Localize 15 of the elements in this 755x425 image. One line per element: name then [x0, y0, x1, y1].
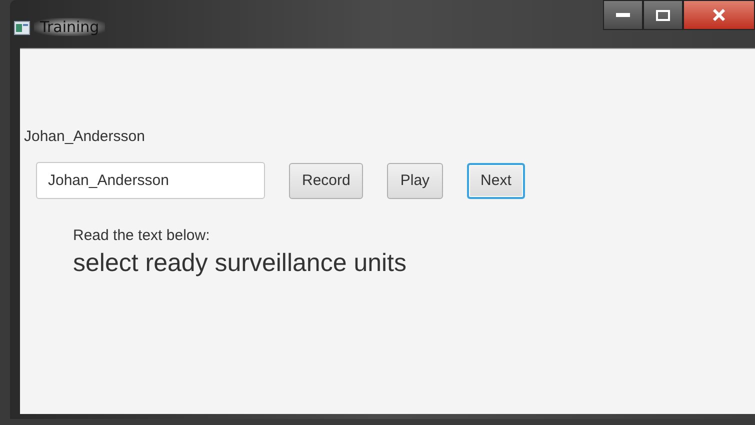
close-icon	[712, 9, 726, 21]
close-button[interactable]	[683, 0, 755, 30]
minimize-button[interactable]	[603, 0, 643, 30]
maximize-icon	[656, 10, 670, 20]
app-icon	[14, 21, 30, 35]
user-label: Johan_Andersson	[24, 128, 145, 145]
action-button[interactable]: Next	[466, 162, 526, 198]
action-button[interactable]: Record	[289, 162, 364, 198]
minimize-icon	[616, 13, 630, 17]
prompt-text: select ready surveillance units	[73, 249, 406, 278]
window-title: Training	[34, 18, 106, 36]
instruction-text: Read the text below:	[73, 227, 210, 244]
name-field[interactable]: Johan_Andersson	[36, 162, 265, 199]
action-button[interactable]: Play	[387, 162, 443, 198]
maximize-button[interactable]	[643, 0, 683, 30]
